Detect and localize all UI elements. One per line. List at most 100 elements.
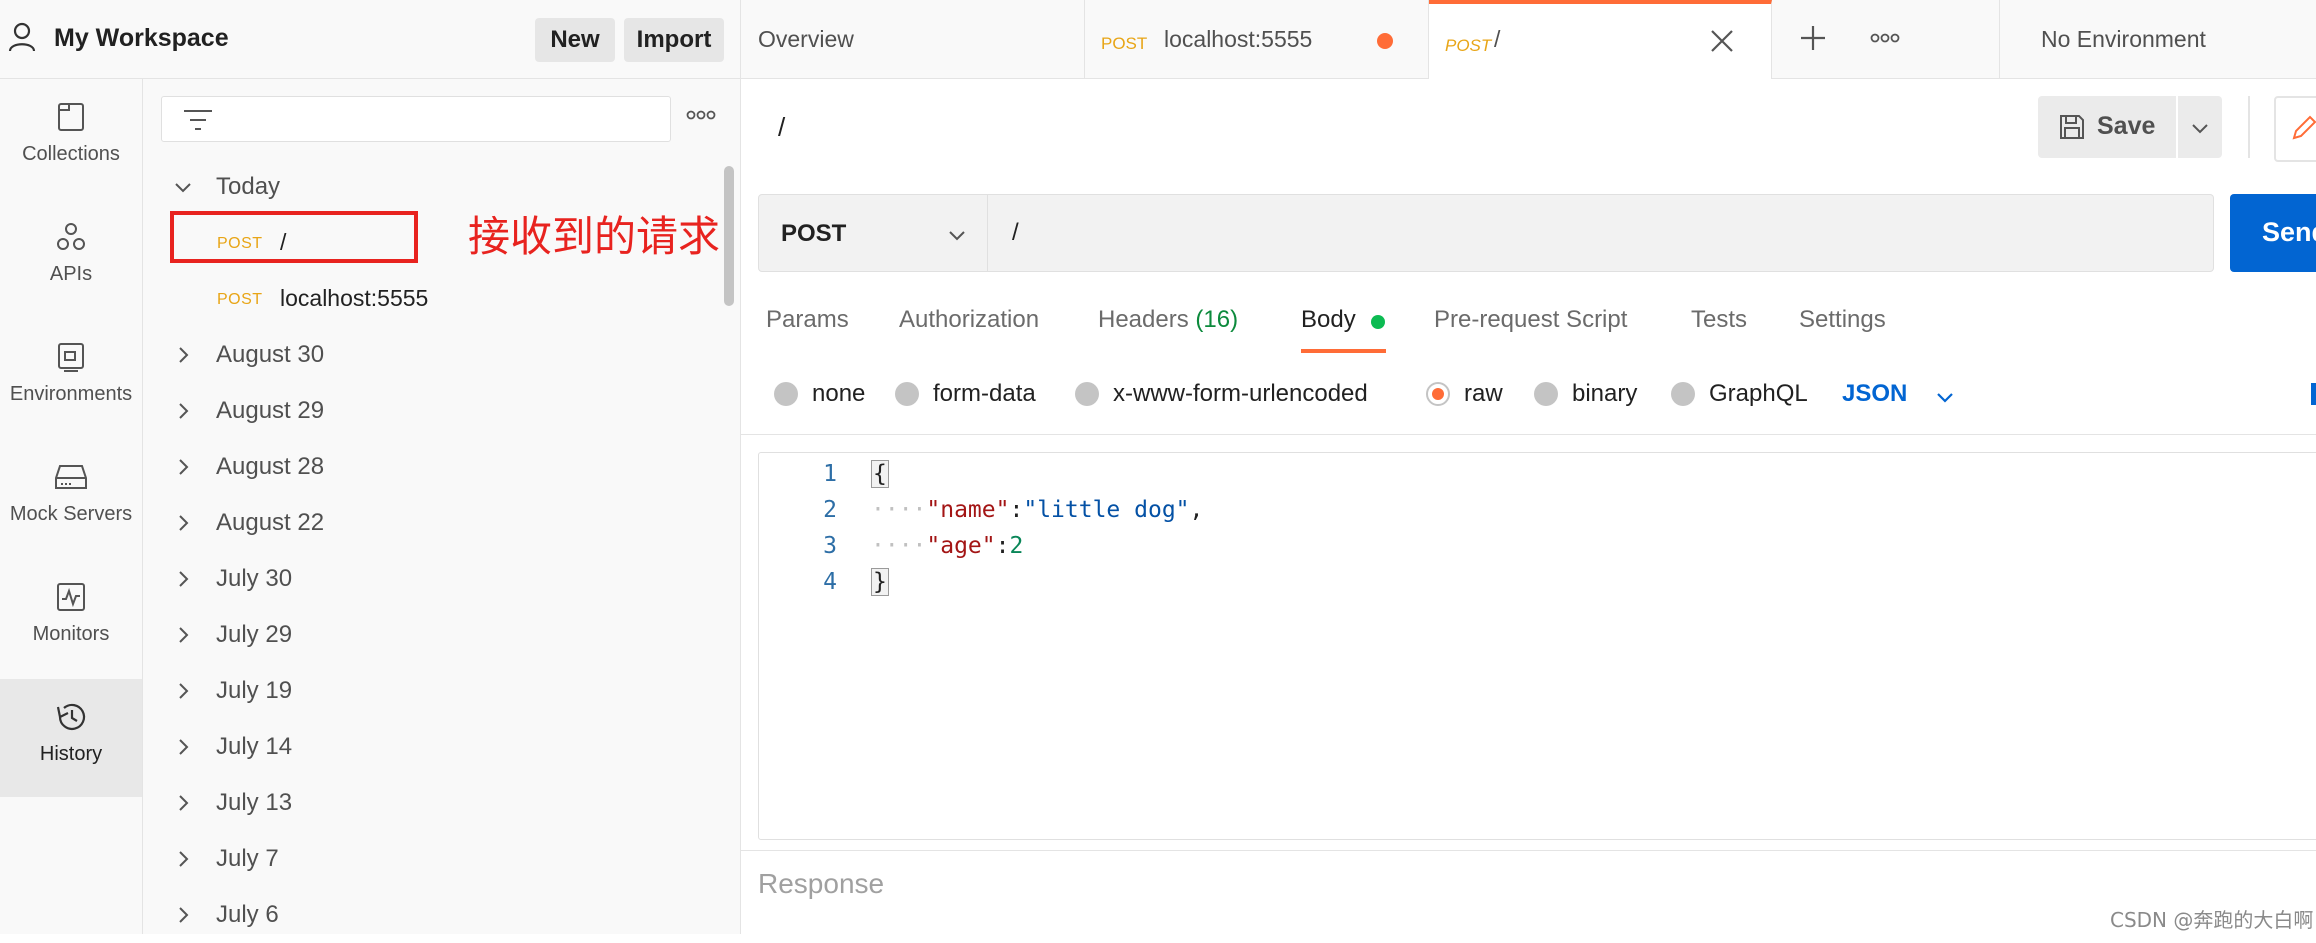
tab-overview[interactable]: Overview <box>741 0 1085 78</box>
tab-body[interactable]: Body <box>1301 306 1356 334</box>
nav-apis[interactable]: APIs <box>0 199 142 317</box>
more-tabs-icon[interactable] <box>1870 32 1900 44</box>
line-number: 3 <box>823 533 837 559</box>
radio-circle <box>895 382 919 406</box>
highlight-box <box>170 211 418 263</box>
history-group-label: July 19 <box>216 677 293 704</box>
history-group-label: July 13 <box>216 789 293 816</box>
radio-label: form-data <box>933 380 1036 407</box>
save-icon <box>2058 113 2086 141</box>
radio-label: binary <box>1572 380 1638 407</box>
environment-selector[interactable]: No Environment <box>2041 26 2206 53</box>
history-group[interactable]: August 30 <box>143 327 723 383</box>
tab-bar: Overview POST localhost:5555 POST / No E… <box>741 0 2316 79</box>
history-group[interactable]: August 29 <box>143 383 723 439</box>
left-nav: Collections APIs Environments Mock Serve… <box>0 79 143 934</box>
apis-icon <box>55 219 87 255</box>
nav-environments[interactable]: Environments <box>0 319 142 437</box>
chevron-right-icon <box>173 625 193 645</box>
url-input[interactable] <box>988 194 2214 272</box>
history-group[interactable]: July 13 <box>143 775 723 831</box>
filter-icon[interactable] <box>182 107 214 133</box>
format-select[interactable]: JSON <box>1842 380 1907 408</box>
workspace-title[interactable]: My Workspace <box>54 24 229 53</box>
history-group-label: July 30 <box>216 565 293 592</box>
nav-mock-servers[interactable]: Mock Servers <box>0 439 142 557</box>
radio-circle <box>1075 382 1099 406</box>
history-group[interactable]: July 7 <box>143 831 723 887</box>
tab-params[interactable]: Params <box>766 306 849 334</box>
history-group-label: August 28 <box>216 453 325 480</box>
history-group-label: August 30 <box>216 341 325 368</box>
radio-label: raw <box>1464 380 1503 407</box>
beautify-link[interactable] <box>2311 383 2316 405</box>
chevron-right-icon <box>173 849 193 869</box>
tab-prerequest-script[interactable]: Pre-request Script <box>1434 306 1627 334</box>
code-line: { <box>871 460 889 488</box>
history-group-label: July 29 <box>216 621 293 648</box>
chevron-right-icon <box>173 569 193 589</box>
tab-authorization[interactable]: Authorization <box>899 306 1039 334</box>
history-request-item[interactable]: POST localhost:5555 <box>143 271 723 327</box>
filter-input[interactable] <box>161 96 671 142</box>
tab-tests[interactable]: Tests <box>1691 306 1747 334</box>
send-button[interactable]: Send <box>2230 194 2316 272</box>
request-title[interactable]: / <box>778 112 785 143</box>
sidebar-scrollbar[interactable] <box>724 166 734 306</box>
line-number: 4 <box>823 569 837 595</box>
more-options-icon[interactable] <box>686 109 716 121</box>
history-group[interactable]: July 6 <box>143 887 723 943</box>
save-button[interactable]: Save <box>2038 96 2176 158</box>
history-group[interactable]: July 29 <box>143 607 723 663</box>
radio-circle <box>774 382 798 406</box>
tab-settings[interactable]: Settings <box>1799 306 1886 334</box>
nav-history[interactable]: History <box>0 679 142 797</box>
history-group[interactable]: July 19 <box>143 663 723 719</box>
divider <box>741 850 2316 851</box>
send-label: Send <box>2262 217 2316 247</box>
close-icon[interactable] <box>1709 28 1735 54</box>
tab-active-request[interactable]: POST / <box>1429 0 1772 79</box>
method-select[interactable]: POST <box>758 194 988 272</box>
nav-monitors[interactable]: Monitors <box>0 559 142 677</box>
code-line: } <box>871 568 889 596</box>
nav-label: Environments <box>9 383 133 405</box>
code-editor[interactable]: 1 2 3 4 { ····"name":"little dog", ····"… <box>758 452 2316 840</box>
tab-label: Overview <box>758 26 854 52</box>
history-group[interactable]: August 22 <box>143 495 723 551</box>
nav-label: APIs <box>49 263 93 285</box>
tab-label: / <box>1494 26 1501 52</box>
nav-label: Monitors <box>32 623 110 645</box>
request-method: POST <box>217 291 263 308</box>
tab-label: Headers <box>1098 306 1189 333</box>
method-label: POST <box>781 220 847 247</box>
history-group-label: Today <box>216 173 281 200</box>
new-button[interactable]: New <box>535 18 615 62</box>
code-line: ····"name":"little dog", <box>871 497 1204 523</box>
divider <box>741 434 2316 435</box>
save-dropdown-button[interactable] <box>2178 96 2222 158</box>
response-label: Response <box>758 868 885 899</box>
history-group[interactable]: July 30 <box>143 551 723 607</box>
history-group[interactable]: August 28 <box>143 439 723 495</box>
import-button[interactable]: Import <box>624 18 724 62</box>
user-icon[interactable] <box>8 22 36 52</box>
tab-headers[interactable]: Headers (16) <box>1098 306 1238 334</box>
tab-localhost[interactable]: POST localhost:5555 <box>1085 0 1429 78</box>
chevron-down-icon[interactable] <box>1934 386 1956 408</box>
chevron-right-icon <box>173 737 193 757</box>
save-label: Save <box>2097 112 2156 140</box>
chevron-right-icon <box>173 793 193 813</box>
tab-method: POST <box>1445 36 1492 55</box>
tab-label: localhost:5555 <box>1164 26 1313 52</box>
history-group[interactable]: July 14 <box>143 719 723 775</box>
add-tab-icon[interactable] <box>1799 24 1827 52</box>
nav-collections[interactable]: Collections <box>0 79 142 197</box>
line-number: 2 <box>823 497 837 523</box>
radio-circle <box>1671 382 1695 406</box>
unsaved-dot[interactable] <box>1377 33 1393 49</box>
mock-servers-icon <box>54 459 88 495</box>
history-group-label: August 22 <box>216 509 325 536</box>
request-url: localhost:5555 <box>280 285 429 311</box>
edit-button[interactable] <box>2274 96 2316 162</box>
